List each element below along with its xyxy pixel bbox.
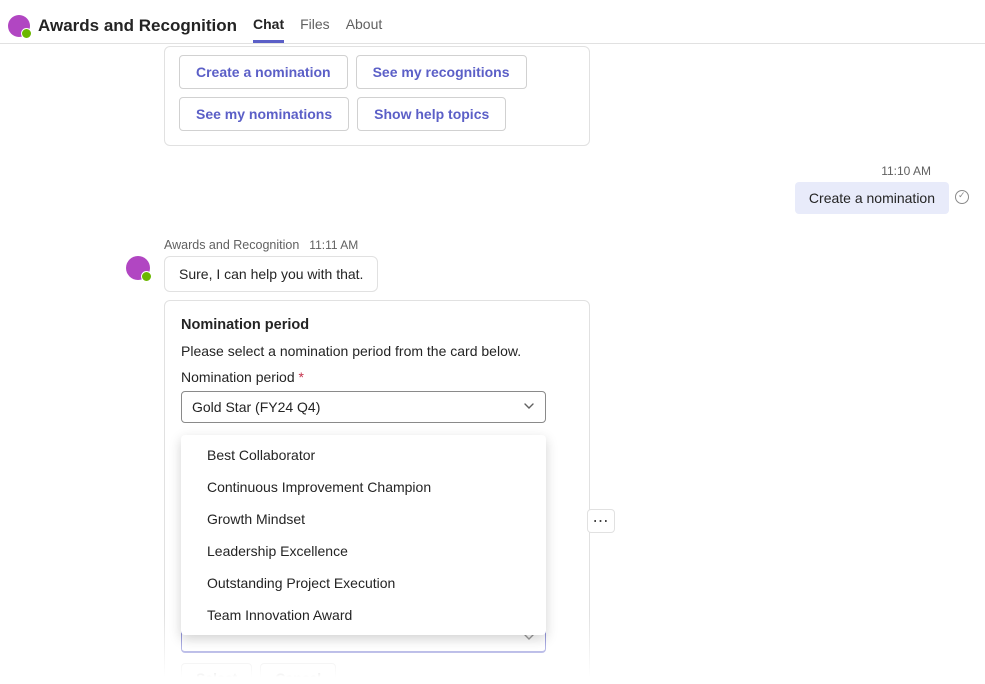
app-title: Awards and Recognition — [38, 16, 237, 36]
bot-msg-bubble: Sure, I can help you with that. — [164, 256, 378, 292]
create-nomination-button[interactable]: Create a nomination — [179, 55, 348, 89]
dd-item-growth-mindset[interactable]: Growth Mindset — [181, 503, 546, 535]
see-nominations-button[interactable]: See my nominations — [179, 97, 349, 131]
bot-msg-header: Awards and Recognition 11:11 AM — [164, 238, 590, 252]
user-msg-bubble: Create a nomination — [795, 182, 949, 214]
award-type-dropdown[interactable]: Best Collaborator Continuous Improvement… — [181, 435, 546, 635]
user-msg-time: 11:10 AM — [881, 164, 949, 178]
chevron-down-icon — [523, 399, 535, 415]
cancel-button[interactable]: Cancel — [260, 663, 336, 684]
required-asterisk: * — [299, 369, 304, 385]
bot-message-row: Awards and Recognition 11:11 AM Sure, I … — [126, 238, 975, 684]
chat-pane: Create a nomination See my recognitions … — [0, 44, 985, 684]
tab-chat[interactable]: Chat — [253, 8, 284, 43]
tab-files[interactable]: Files — [300, 8, 330, 43]
header-tabs: Chat Files About — [253, 8, 382, 43]
see-recognitions-button[interactable]: See my recognitions — [356, 55, 527, 89]
form-description: Please select a nomination period from t… — [181, 343, 573, 359]
form-title: Nomination period — [181, 317, 573, 333]
dd-item-team-innovation[interactable]: Team Innovation Award — [181, 599, 546, 631]
tab-about[interactable]: About — [346, 8, 383, 43]
user-message-row: 11:10 AM Create a nomination — [10, 164, 975, 214]
form-label: Nomination period * — [181, 369, 573, 385]
form-label-text: Nomination period — [181, 369, 295, 385]
bot-message-block-1: Create a nomination See my recognitions … — [164, 46, 975, 146]
more-icon: ⋯ — [593, 511, 610, 531]
bot-avatar — [126, 256, 150, 280]
dd-item-leadership-excellence[interactable]: Leadership Excellence — [181, 535, 546, 567]
quick-action-grid: Create a nomination See my recognitions … — [179, 55, 575, 131]
select-value: Gold Star (FY24 Q4) — [192, 399, 320, 415]
bot-msg-time: 11:11 AM — [309, 238, 358, 252]
nomination-form-card: ⋯ Nomination period Please select a nomi… — [164, 300, 590, 684]
dd-item-outstanding-project[interactable]: Outstanding Project Execution — [181, 567, 546, 599]
dd-item-best-collaborator[interactable]: Best Collaborator — [181, 439, 546, 471]
more-options-button[interactable]: ⋯ — [587, 509, 615, 533]
bot-card-quick-actions: Create a nomination See my recognitions … — [164, 46, 590, 146]
show-help-button[interactable]: Show help topics — [357, 97, 506, 131]
app-header: Awards and Recognition Chat Files About — [0, 0, 985, 44]
app-avatar — [8, 15, 30, 37]
dd-item-continuous-improvement[interactable]: Continuous Improvement Champion — [181, 471, 546, 503]
form-actions: Select Cancel — [181, 663, 589, 684]
sent-check-icon — [955, 190, 969, 204]
select-button[interactable]: Select — [181, 663, 252, 684]
nomination-period-select[interactable]: Gold Star (FY24 Q4) — [181, 391, 546, 423]
bot-name: Awards and Recognition — [164, 238, 299, 252]
